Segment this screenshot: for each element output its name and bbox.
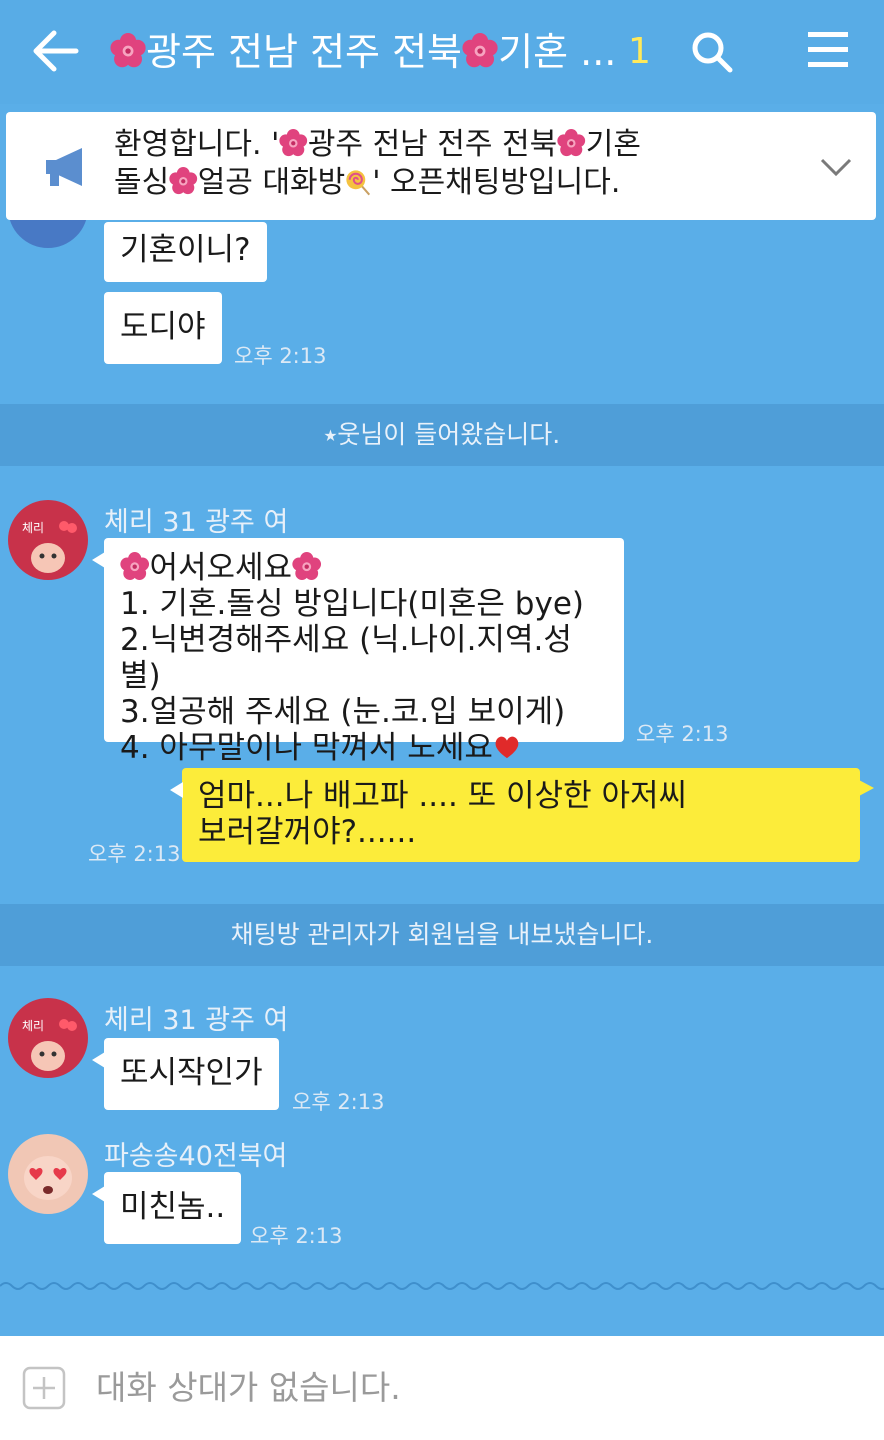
notice-banner[interactable]: 환영합니다. ' 광주 전남 전주 전북 기혼 돌싱 얼공 대화방 ' 오픈채팅방입니다…	[6, 112, 876, 220]
lollipop-emoji-icon	[345, 169, 372, 196]
notice-text: 환영합니다. ' 광주 전남 전주 전북 기혼 돌싱 얼공 대화방 ' 오픈채팅방입니다…	[114, 127, 641, 200]
avatar[interactable]	[8, 1134, 88, 1214]
message-text: 또시작인가	[120, 1055, 263, 1091]
heart-emoji-icon	[493, 733, 521, 761]
my-message-bubble[interactable]: 엄마...나 배고파 .... 또 이상한 아저씨 보러갈꺼야?......	[170, 768, 874, 862]
megaphone-icon	[46, 148, 82, 186]
message-time: 오후 2:13	[292, 1090, 385, 1114]
message-text: 도디야	[120, 309, 206, 345]
message-input-bar: 대화 상대가 없습니다.	[0, 1336, 884, 1440]
message-text: 미친놈..	[120, 1189, 226, 1225]
chat-header: 광주 전남 전주 전북 기혼 ... 1	[0, 0, 884, 104]
hamburger-menu-icon[interactable]	[806, 30, 850, 70]
peach-character-icon	[24, 1156, 72, 1200]
cherry-character-icon: 체리	[22, 1019, 77, 1071]
message-bubble[interactable]: 미친놈..	[91, 1172, 242, 1244]
member-count: 1	[628, 31, 651, 72]
rule-line: 4. 아무말이나 막껴서 노세요	[120, 730, 493, 766]
sender-name[interactable]: 체리 31 광주 여	[104, 998, 288, 1037]
message-time: 오후 2:13	[88, 842, 181, 866]
cherry-character-icon: 체리	[22, 521, 77, 573]
flower-emoji-icon	[169, 167, 198, 196]
flower-emoji-icon	[110, 33, 146, 69]
system-message: ⭑웃님이 들어왔습니다.	[0, 404, 884, 466]
search-icon[interactable]	[690, 30, 734, 74]
message-time: 오후 2:13	[636, 722, 729, 746]
title-part-1: 광주 전남 전주 전북	[146, 30, 463, 74]
message-bubble[interactable]: 또시작인가	[92, 1038, 279, 1110]
rule-line: 2.닉변경해주세요 (닉.나이.지역.성별)	[120, 622, 572, 694]
title-part-2: 기혼 ...	[498, 30, 617, 74]
chevron-down-icon[interactable]	[818, 154, 854, 180]
message-time: 오후 2:13	[234, 344, 327, 368]
svg-text:체리: 체리	[22, 1019, 44, 1033]
plus-icon[interactable]	[22, 1366, 66, 1410]
back-arrow-icon[interactable]	[30, 28, 80, 74]
sender-name[interactable]: 파송송40전북여	[104, 1134, 287, 1173]
flower-emoji-icon	[292, 552, 321, 581]
avatar[interactable]: 체리	[8, 500, 88, 580]
flower-emoji-icon	[557, 129, 586, 158]
rule-line: 3.얼공해 주세요 (눈.코.입 보이게)	[120, 694, 566, 730]
message-time: 오후 2:13	[250, 1224, 343, 1248]
wavy-divider	[0, 1282, 884, 1290]
message-bubble[interactable]: 도디야	[104, 292, 222, 364]
system-message: 채팅방 관리자가 회원님을 내보냈습니다.	[0, 904, 884, 966]
rule-line: 1. 기혼.돌싱 방입니다(미혼은 bye)	[120, 586, 584, 622]
message-text: 기혼이니?	[120, 232, 251, 268]
flower-emoji-icon	[462, 33, 498, 69]
flower-emoji-icon	[279, 129, 308, 158]
message-input[interactable]: 대화 상대가 없습니다.	[96, 1366, 401, 1410]
avatar[interactable]: 체리	[8, 998, 88, 1078]
svg-text:체리: 체리	[22, 521, 44, 535]
sender-name[interactable]: 체리 31 광주 여	[104, 500, 288, 539]
message-bubble[interactable]: 어서오세요 1. 기혼.돌싱 방입니다(미혼은 bye) 2.닉변경해주세요 (…	[92, 538, 624, 766]
message-bubble[interactable]: 기혼이니?	[104, 222, 267, 282]
flower-emoji-icon	[120, 552, 149, 581]
chat-room-title[interactable]: 광주 전남 전주 전북 기혼 ...	[110, 28, 630, 76]
